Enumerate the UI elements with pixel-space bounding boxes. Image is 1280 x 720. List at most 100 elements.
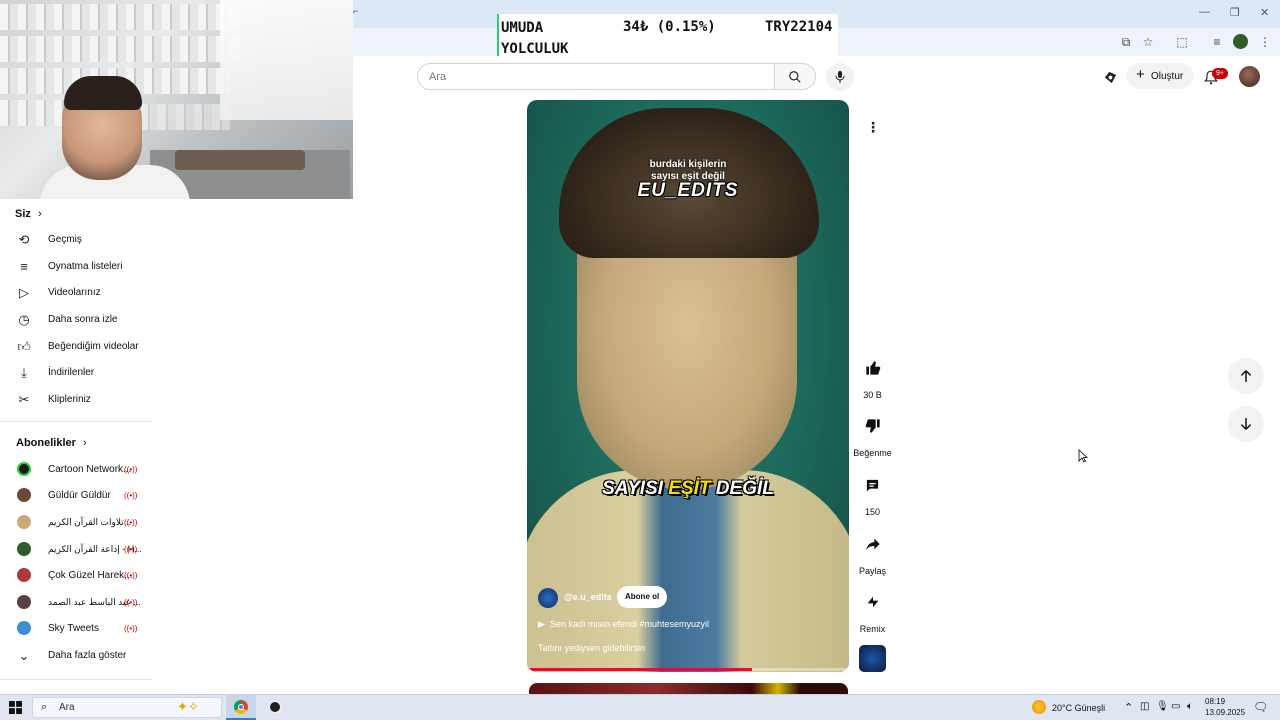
microphone-icon[interactable]: 🎙︎ (1156, 701, 1169, 712)
watch-later-icon: ◷ (18, 312, 30, 327)
subscription-item[interactable]: Sky Tweets ((•)) (0, 616, 153, 642)
notification-center-icon[interactable]: 🗨︎ (1253, 700, 1268, 714)
media-control-icon[interactable]: ≡ (1209, 34, 1225, 50)
taskbar-obs-app[interactable] (260, 695, 290, 720)
search-icon (789, 70, 801, 83)
playlist-icon: ≡ (20, 259, 28, 274)
voice-search-button[interactable] (826, 63, 854, 91)
plus-icon: + (1136, 66, 1145, 83)
ticker-price: 34₺ (0.15%) (623, 19, 716, 35)
tray-app-icon[interactable]: ◫ (1140, 701, 1149, 712)
comments-button[interactable]: 150 (852, 469, 893, 517)
subscription-item[interactable]: Güldür Güldür ((•)) (0, 483, 153, 509)
your-videos-icon: ▷ (19, 285, 29, 300)
create-button[interactable]: + Oluştur (1126, 63, 1194, 89)
sound-thumbnail[interactable] (859, 645, 886, 672)
bookmark-star-icon[interactable]: ☆ (1140, 34, 1156, 50)
browser-menu-icon[interactable]: ⋮ (1257, 34, 1273, 50)
obs-icon (268, 700, 282, 714)
sidebar-item-your-videos[interactable]: ▷ Videolarınız (0, 280, 153, 306)
sparkle-icon: ✦✧ (177, 699, 199, 714)
weather-text[interactable]: 20°C Güneşli (1052, 703, 1105, 713)
more-vertical-icon: ⋮ (866, 119, 880, 135)
network-icon[interactable]: ▭ (1171, 701, 1180, 712)
maximize-icon[interactable]: ❐ (1230, 6, 1240, 19)
dislike-button[interactable]: Beğenme (852, 410, 893, 458)
sidebar: Siz › ⟲ Geçmiş ≡ Oynatma listeleri ▷ Vid… (0, 199, 153, 680)
next-short-button[interactable] (1228, 406, 1264, 442)
thumbs-up-icon: 👍︎ (17, 339, 31, 354)
live-icon: ((•)) (124, 465, 138, 474)
minimize-icon[interactable]: — (1199, 6, 1210, 18)
sidebar-item-downloads[interactable]: ⤓ İndirilenler (0, 360, 153, 386)
video-subtitle: SAYISI EŞİT DEĞİL (602, 478, 774, 499)
clock-time[interactable]: 08:19 (1205, 697, 1225, 706)
show-more-subscriptions[interactable]: ⌄ Daha fazla göster (0, 643, 153, 669)
install-app-icon[interactable]: ⧉ (1118, 34, 1134, 50)
channel-avatar (17, 542, 31, 556)
channel-handle[interactable]: @e.u_edits (564, 592, 612, 602)
thumbs-up-icon (865, 361, 880, 375)
video-progress-bar[interactable] (527, 668, 849, 671)
subscriptions-heading[interactable]: Abonelikler › (16, 437, 87, 449)
download-icon: ⤓ (21, 365, 27, 380)
profile-avatar[interactable] (1239, 66, 1260, 87)
share-button[interactable]: Paylaş (852, 528, 893, 576)
channel-avatar (17, 515, 31, 529)
sidebar-item-clips[interactable]: ✂ Klipleriniz (0, 387, 153, 413)
you-section-heading[interactable]: Siz › (15, 208, 42, 220)
subscription-item[interactable]: إذاعة القرآن الكريم - H... ((•)) (0, 537, 153, 563)
windows-start-button[interactable] (9, 701, 22, 719)
subscribe-button[interactable]: Abone ol (617, 586, 668, 608)
subscription-item[interactable]: Cartoon Network... ((•)) (0, 457, 153, 483)
channel-avatar (17, 621, 31, 635)
play-icon: ▶ (538, 619, 545, 629)
close-window-icon[interactable]: ✕ (1260, 6, 1269, 19)
remix-button[interactable]: Remix (852, 586, 893, 634)
ai-chat-button[interactable] (1101, 68, 1119, 86)
share-icon (865, 538, 880, 550)
notification-badge: 9+ (1212, 68, 1228, 79)
remix-icon (867, 596, 878, 608)
previous-short-button[interactable] (1228, 358, 1264, 394)
search-icon: ⌕ (41, 701, 48, 713)
sidebar-item-playlists[interactable]: ≡ Oynatma listeleri (0, 254, 153, 280)
tab-strip-arrow-icon[interactable]: ⌐ (353, 6, 358, 16)
mouse-cursor-icon (1078, 449, 1089, 468)
comment-icon (866, 479, 879, 491)
like-button[interactable]: 30 B (852, 352, 893, 400)
extensions-icon[interactable]: ⬚ (1174, 34, 1190, 50)
sidebar-item-history[interactable]: ⟲ Geçmiş (0, 227, 153, 253)
weather-sun-icon (1032, 700, 1046, 714)
music-link[interactable]: ▶ Sen kadı mısın efendi #muhtesemyuzyil (538, 619, 709, 630)
taskbar-chrome-app[interactable] (226, 695, 256, 720)
ticker-code: TRY22104 (765, 19, 833, 35)
clock-date[interactable]: 13.09.2025 (1205, 708, 1245, 717)
sidebar-item-watch-later[interactable]: ◷ Daha sonra izle (0, 307, 153, 333)
short-video-player[interactable]: burdaki kişilerin sayısı eşit değil EU_E… (527, 100, 849, 672)
live-icon: ((•)) (124, 545, 138, 554)
search-button[interactable] (775, 63, 816, 90)
taskbar-search[interactable]: ⌕ Ara ✦✧ (32, 697, 222, 718)
sidebar-item-liked-videos[interactable]: 👍︎ Beğendiğim videolar (0, 334, 153, 360)
channel-avatar (17, 462, 31, 476)
search-box (417, 63, 775, 90)
channel-avatar[interactable] (538, 588, 558, 608)
live-icon: ((•)) (124, 624, 138, 633)
subscription-item[interactable]: Çok Güzel Harek... ((•)) (0, 563, 153, 589)
tray-chevron-up-icon[interactable]: ⌃ (1124, 701, 1133, 714)
subscription-item[interactable]: تلاوات القرآن الكريم... ((•)) (0, 510, 153, 536)
search-input[interactable] (418, 64, 758, 89)
ticker-name: UMUDA YOLCULUK (501, 20, 569, 57)
browser-profile-icon[interactable] (1233, 34, 1248, 49)
video-caption-line1: burdaki kişilerin (649, 159, 727, 170)
subscription-item[interactable]: عبد الباسط عبد الصمد ... ((•)) (0, 590, 153, 616)
scissors-icon: ✂ (18, 392, 30, 407)
chevron-right-icon: › (37, 208, 42, 220)
arrow-up-icon (1240, 370, 1252, 382)
volume-icon[interactable]: 🔈︎ (1187, 701, 1193, 712)
taskbar: ⌕ Ara ✦✧ 20°C Güneşli ⌃ ◫ 🎙︎ ▭ 🔈︎ 08:19 … (0, 694, 1280, 720)
arrow-down-icon (1240, 418, 1252, 430)
more-options-button[interactable]: ⋮ (862, 117, 884, 139)
channel-avatar (17, 568, 31, 582)
